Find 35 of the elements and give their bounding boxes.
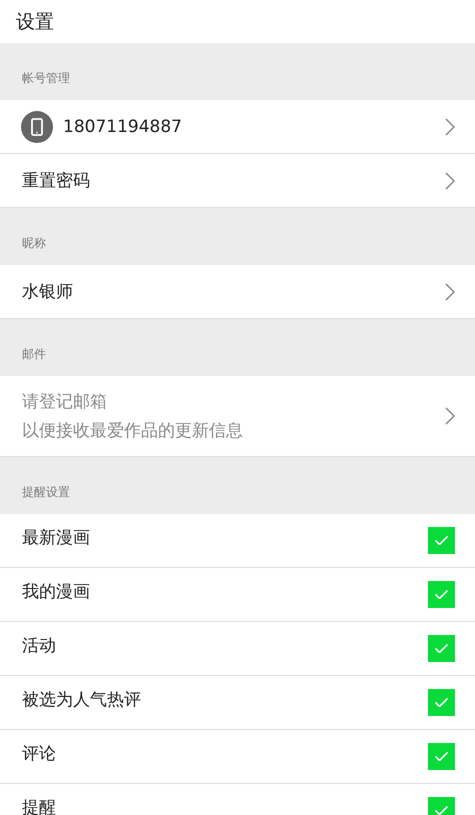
phone-row[interactable]: 18071194887 xyxy=(0,100,475,154)
row-label: 最新漫画 xyxy=(22,530,91,547)
section-header: 昵称 xyxy=(22,235,46,252)
row-label: 评论 xyxy=(22,746,57,763)
page-title: 设置 xyxy=(16,10,54,34)
checkmark-icon xyxy=(435,644,448,654)
settings-row[interactable]: 水银师 xyxy=(0,265,475,319)
checkmark-icon xyxy=(435,698,448,708)
checkmark-icon xyxy=(435,536,448,546)
checkbox[interactable] xyxy=(428,635,455,662)
checkbox[interactable] xyxy=(428,743,455,770)
chevron-icon xyxy=(445,407,455,425)
chevron-icon xyxy=(445,172,455,190)
phone-number: 18071194887 xyxy=(63,116,183,136)
section-header: 邮件 xyxy=(22,346,46,363)
hint-text: 以便接收最爱作品的更新信息 xyxy=(22,420,244,442)
row-label: 水银师 xyxy=(22,281,74,303)
section-header: 帐号管理 xyxy=(22,70,70,87)
section-header: 提醒设置 xyxy=(22,484,70,501)
settings-row[interactable]: 重置密码 xyxy=(0,154,475,208)
checkbox[interactable] xyxy=(428,527,455,554)
checkmark-icon xyxy=(435,590,448,600)
checkmark-icon xyxy=(435,806,448,815)
phone-icon xyxy=(21,110,53,142)
row-label: 活动 xyxy=(22,638,57,655)
row-label: 重置密码 xyxy=(22,170,91,192)
row-label: 被选为人气热评 xyxy=(22,692,142,709)
chevron-icon xyxy=(445,282,455,300)
chevron-icon xyxy=(445,118,455,136)
checkmark-icon xyxy=(435,752,448,762)
checkbox[interactable] xyxy=(428,689,455,716)
hint-text: 请登记邮箱 xyxy=(22,391,108,413)
checkbox[interactable] xyxy=(428,581,455,608)
row-label: 我的漫画 xyxy=(22,584,91,601)
email-row[interactable]: 请登记邮箱 以便接收最爱作品的更新信息 xyxy=(0,376,475,457)
